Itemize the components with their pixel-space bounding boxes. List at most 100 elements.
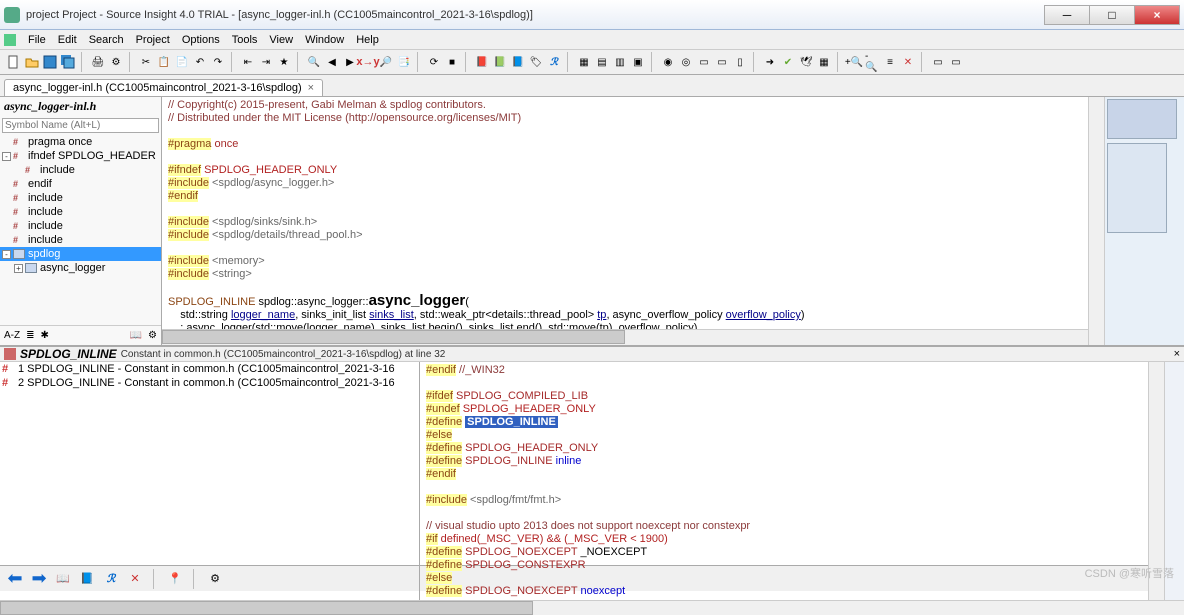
ref-minimap[interactable] <box>1164 362 1184 600</box>
document-tab[interactable]: async_logger-inl.h (CC1005maincontrol_20… <box>4 79 323 96</box>
gear-small-icon[interactable]: ⚙ <box>148 330 157 341</box>
marker-icon[interactable]: 📍 <box>166 570 184 588</box>
menu-tools[interactable]: Tools <box>226 32 264 48</box>
symbol-tree-item[interactable]: #pragma once <box>0 135 161 149</box>
win1-icon[interactable]: ▭ <box>930 54 946 70</box>
ref-horizontal-scrollbar[interactable] <box>0 600 1184 615</box>
book-bottom-icon[interactable]: 📖 <box>54 570 72 588</box>
book2-bottom-icon[interactable]: 📘 <box>78 570 96 588</box>
symbol-tree-item[interactable]: #include <box>0 163 161 177</box>
nav3-icon[interactable]: ▭ <box>696 54 712 70</box>
undo-icon[interactable]: ↶ <box>192 54 208 70</box>
bookmark-icon[interactable]: ★ <box>276 54 292 70</box>
menu-edit[interactable]: Edit <box>52 32 83 48</box>
symbol-tree-item[interactable]: #include <box>0 219 161 233</box>
new-icon[interactable] <box>6 54 22 70</box>
x-icon[interactable]: ✕ <box>900 54 916 70</box>
copy-icon[interactable]: 📋 <box>156 54 172 70</box>
vertical-scrollbar[interactable] <box>1088 97 1104 345</box>
minimize-button[interactable]: ─ <box>1044 5 1090 25</box>
horizontal-scrollbar[interactable] <box>162 329 1088 345</box>
reference-list[interactable]: #1 SPDLOG_INLINE - Constant in common.h … <box>0 362 420 600</box>
symbol-tree-item[interactable]: #endif <box>0 177 161 191</box>
indent-right-icon[interactable]: ⇥ <box>258 54 274 70</box>
code-minimap[interactable] <box>1104 97 1184 345</box>
symbol-tree[interactable]: #pragma once-#ifndef SPDLOG_HEADER#inclu… <box>0 135 161 325</box>
view-tree-icon[interactable]: ✱ <box>41 330 49 341</box>
layout3-icon[interactable]: ▥ <box>612 54 628 70</box>
layout4-icon[interactable]: ▣ <box>630 54 646 70</box>
layout2-icon[interactable]: ▤ <box>594 54 610 70</box>
symbol-tree-item[interactable]: #include <box>0 191 161 205</box>
goto-icon[interactable]: ➜ <box>762 54 778 70</box>
menu-file[interactable]: File <box>22 32 52 48</box>
book3-icon[interactable]: 📘 <box>510 54 526 70</box>
relation-bottom-icon[interactable]: ℛ <box>102 570 120 588</box>
nav5-icon[interactable]: ▯ <box>732 54 748 70</box>
sort-az-button[interactable]: A-Z <box>4 330 20 341</box>
maximize-button[interactable]: □ <box>1089 5 1135 25</box>
find-prev-icon[interactable]: ◀ <box>324 54 340 70</box>
zoom-in-icon[interactable]: +🔍 <box>846 54 862 70</box>
symbol-tree-item[interactable]: +async_logger <box>0 261 161 275</box>
browse-icon[interactable]: 📑 <box>396 54 412 70</box>
indent-left-icon[interactable]: ⇤ <box>240 54 256 70</box>
nav1-icon[interactable]: ◉ <box>660 54 676 70</box>
tag-icon[interactable]: 🏷 <box>528 54 544 70</box>
search-files-icon[interactable]: 🔎 <box>378 54 394 70</box>
ref-vertical-scrollbar[interactable] <box>1148 362 1164 600</box>
symbol-tree-item[interactable]: #include <box>0 233 161 247</box>
reference-list-item[interactable]: #1 SPDLOG_INLINE - Constant in common.h … <box>0 362 419 376</box>
nav2-icon[interactable]: ◎ <box>678 54 694 70</box>
menu-project[interactable]: Project <box>130 32 176 48</box>
layout1-icon[interactable]: ▦ <box>576 54 592 70</box>
save-icon[interactable] <box>42 54 58 70</box>
x-bottom-icon[interactable]: ✕ <box>126 570 144 588</box>
menu-window[interactable]: Window <box>299 32 350 48</box>
nav-back-icon[interactable]: ⬅ <box>6 570 24 588</box>
close-button[interactable]: × <box>1134 5 1180 25</box>
tab-label: async_logger-inl.h (CC1005maincontrol_20… <box>13 82 302 94</box>
symbol-tree-item[interactable]: -spdlog <box>0 247 161 261</box>
tool-icon[interactable]: ⚙ <box>108 54 124 70</box>
grid-icon[interactable]: ▦ <box>816 54 832 70</box>
ref-close-icon[interactable]: × <box>1174 348 1180 360</box>
book-icon[interactable]: 📕 <box>474 54 490 70</box>
symbol-panel: async_logger-inl.h #pragma once-#ifndef … <box>0 97 162 345</box>
open-icon[interactable] <box>24 54 40 70</box>
doc-icon <box>4 34 16 46</box>
win2-icon[interactable]: ▭ <box>948 54 964 70</box>
tab-close-icon[interactable]: × <box>308 82 314 94</box>
refresh-icon[interactable]: ⟳ <box>426 54 442 70</box>
list-icon[interactable]: ≡ <box>882 54 898 70</box>
check-icon[interactable]: ✔ <box>780 54 796 70</box>
menu-options[interactable]: Options <box>176 32 226 48</box>
menu-view[interactable]: View <box>263 32 299 48</box>
symbol-tree-item[interactable]: #include <box>0 205 161 219</box>
find-icon[interactable]: 🔍 <box>306 54 322 70</box>
bird-icon[interactable]: 🕊 <box>798 54 814 70</box>
reference-list-item[interactable]: #2 SPDLOG_INLINE - Constant in common.h … <box>0 376 419 390</box>
ref-icon <box>4 348 16 360</box>
menu-help[interactable]: Help <box>350 32 385 48</box>
reference-code[interactable]: #endif //_WIN32 #ifdef SPDLOG_COMPILED_L… <box>420 362 1148 600</box>
relation-icon[interactable]: ℛ <box>546 54 562 70</box>
book2-icon[interactable]: 📗 <box>492 54 508 70</box>
symbol-tree-item[interactable]: -#ifndef SPDLOG_HEADER <box>0 149 161 163</box>
save-all-icon[interactable] <box>60 54 76 70</box>
gear-bottom-icon[interactable]: ⚙ <box>206 570 224 588</box>
redo-icon[interactable]: ↷ <box>210 54 226 70</box>
view-list-icon[interactable]: ≣ <box>26 330 34 341</box>
symbol-filter-input[interactable] <box>2 118 159 133</box>
book-small-icon[interactable]: 📖 <box>130 330 142 341</box>
cut-icon[interactable]: ✂ <box>138 54 154 70</box>
code-editor[interactable]: // Copyright(c) 2015-present, Gabi Melma… <box>162 97 1088 329</box>
stop-icon[interactable]: ■ <box>444 54 460 70</box>
nav4-icon[interactable]: ▭ <box>714 54 730 70</box>
paste-icon[interactable]: 📄 <box>174 54 190 70</box>
replace-icon[interactable]: x→y <box>360 54 376 70</box>
nav-forward-icon[interactable]: ➡ <box>30 570 48 588</box>
print-icon[interactable]: 🖨 <box>90 54 106 70</box>
menu-search[interactable]: Search <box>83 32 130 48</box>
zoom-out-icon[interactable]: -🔍 <box>864 54 880 70</box>
